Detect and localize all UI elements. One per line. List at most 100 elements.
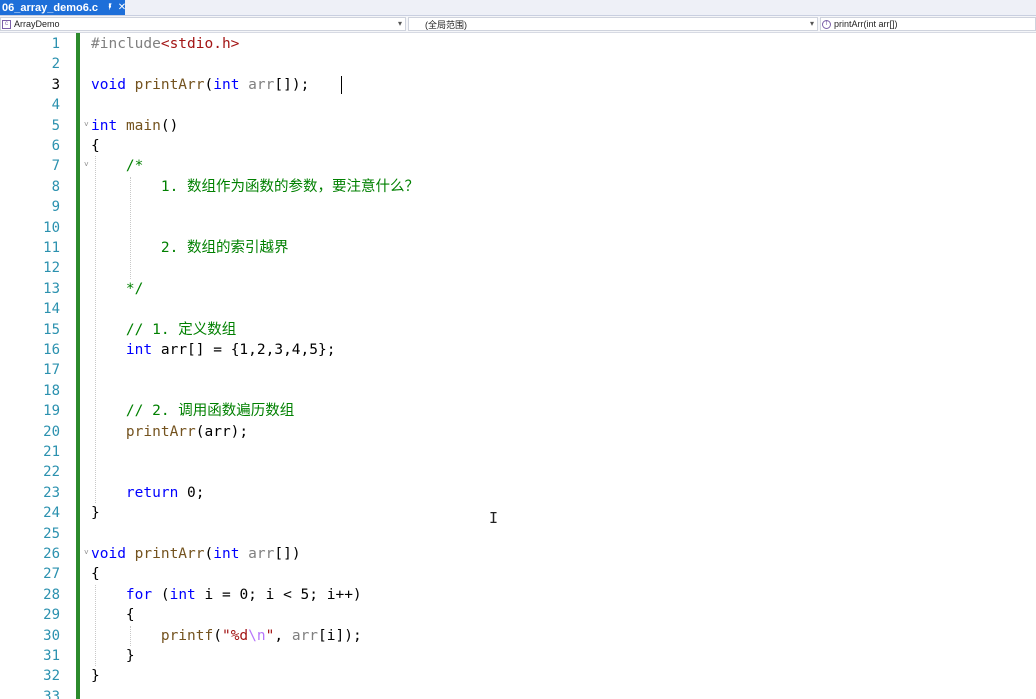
line-number: 13: [43, 280, 60, 297]
line-number: 16: [43, 342, 60, 358]
code-line[interactable]: [91, 95, 1036, 115]
line-number: 9: [51, 199, 60, 216]
code-line[interactable]: [91, 299, 1036, 319]
code-line[interactable]: #include<stdio.h>: [91, 34, 1036, 54]
code-token: [i]);: [318, 627, 362, 644]
code-token: (): [160, 117, 179, 134]
code-token: 1. 数组作为函数的参数，要注意什么？: [160, 178, 420, 195]
code-token: arr: [291, 627, 319, 644]
code-editor[interactable]: 1 2 3 4 5 6 7 8 9 10 11 12 13 14 15 16 17 18 19 20 21 22 23 24 2…: [0, 33, 1036, 699]
code-line[interactable]: /*: [91, 156, 1036, 176]
line-number: 18: [43, 382, 60, 399]
code-line[interactable]: void printArr(int arr[]): [91, 544, 1036, 564]
fold-marker-icon[interactable]: ˅: [84, 160, 90, 169]
code-token: (: [152, 586, 170, 603]
code-line[interactable]: [91, 197, 1036, 217]
code-line[interactable]: [91, 54, 1036, 74]
code-token: 0;: [187, 484, 205, 501]
code-line[interactable]: }: [91, 666, 1036, 686]
code-token: ,: [274, 627, 292, 644]
code-line[interactable]: }: [91, 646, 1036, 666]
code-line[interactable]: 2. 数组的索引越界: [91, 238, 1036, 258]
code-line[interactable]: // 1. 定义数组: [91, 320, 1036, 340]
code-token: printf: [160, 627, 214, 644]
code-line[interactable]: // 2. 调用函数遍历数组: [91, 401, 1036, 421]
code-token: []): [274, 546, 301, 562]
code-line[interactable]: int arr[] = {1,2,3,4,5};: [91, 340, 1036, 360]
code-line[interactable]: [91, 687, 1036, 699]
pin-icon[interactable]: 🖡: [108, 2, 112, 13]
line-number: 29: [43, 607, 60, 624]
code-line[interactable]: return 0;: [91, 483, 1036, 503]
line-number: 28: [43, 586, 60, 603]
code-line[interactable]: {: [91, 564, 1036, 584]
code-line[interactable]: [91, 360, 1036, 380]
code-line[interactable]: 1. 数组作为函数的参数，要注意什么？: [91, 177, 1036, 197]
project-icon: c: [2, 19, 11, 29]
line-number: 4: [51, 97, 60, 114]
code-token: void: [91, 76, 126, 93]
code-line[interactable]: int main(): [91, 116, 1036, 136]
line-number: 22: [43, 464, 60, 481]
code-text-area[interactable]: #include<stdio.h> void printArr(int arr[]…: [81, 33, 1036, 699]
code-line[interactable]: [91, 381, 1036, 401]
code-line[interactable]: */: [91, 279, 1036, 299]
document-tab[interactable]: 06_array_demo6.c 🖡 ✕: [0, 0, 126, 15]
line-number: 27: [43, 566, 60, 583]
code-token: }: [91, 668, 100, 685]
chevron-down-icon: ▾: [809, 19, 814, 28]
line-number: 12: [43, 260, 60, 277]
code-token: /*: [125, 158, 144, 175]
code-token: printArr: [125, 423, 196, 440]
code-token: (arr);: [195, 423, 249, 440]
scope-dropdown[interactable]: (全局范围) ▾: [408, 17, 818, 31]
code-line[interactable]: [91, 462, 1036, 482]
text-caret: [341, 75, 343, 94]
code-token: int: [213, 76, 240, 93]
code-line[interactable]: void printArr(int arr[]);: [91, 75, 1036, 95]
code-line[interactable]: printArr(arr);: [91, 422, 1036, 442]
code-line[interactable]: }: [91, 503, 1036, 523]
code-line[interactable]: [91, 218, 1036, 238]
code-token: printArr: [134, 546, 205, 562]
code-token: return: [125, 484, 179, 501]
fold-marker-icon[interactable]: ˅: [84, 548, 90, 557]
code-line[interactable]: {: [91, 605, 1036, 625]
close-icon[interactable]: ✕: [118, 2, 126, 13]
document-tab-strip: 06_array_demo6.c 🖡 ✕: [0, 0, 1036, 16]
code-token: }: [91, 505, 100, 522]
member-dropdown[interactable]: f printArr(int arr[]): [820, 17, 1036, 31]
code-token: (: [204, 546, 214, 562]
line-number: 17: [43, 362, 60, 379]
project-dropdown-label: ArrayDemo: [14, 19, 60, 29]
line-number: 11: [43, 240, 60, 256]
code-token: int: [169, 586, 196, 603]
fold-marker-icon[interactable]: ˅: [84, 120, 90, 129]
code-token: int: [91, 117, 118, 134]
project-dropdown[interactable]: c ArrayDemo ▾: [0, 17, 406, 31]
code-line[interactable]: {: [91, 136, 1036, 156]
code-line[interactable]: [91, 258, 1036, 278]
code-token: arr: [248, 546, 275, 562]
line-number: 2: [51, 56, 60, 73]
code-line[interactable]: printf("%d\n", arr[i]);: [91, 626, 1036, 646]
line-number: 7: [51, 158, 60, 175]
code-token: // 1. 定义数组: [125, 321, 237, 338]
code-line[interactable]: [91, 524, 1036, 544]
change-tracking-bar: [76, 33, 80, 699]
code-line[interactable]: [91, 442, 1036, 462]
chevron-down-icon: ▾: [397, 19, 402, 28]
line-number: 6: [51, 138, 60, 154]
code-token: i = 0; i < 5; i++): [195, 586, 362, 603]
code-line[interactable]: for (int i = 0; i < 5; i++): [91, 585, 1036, 605]
code-token: {: [91, 607, 135, 624]
code-token: arr[] = {1,2,3,4,5};: [160, 342, 336, 358]
